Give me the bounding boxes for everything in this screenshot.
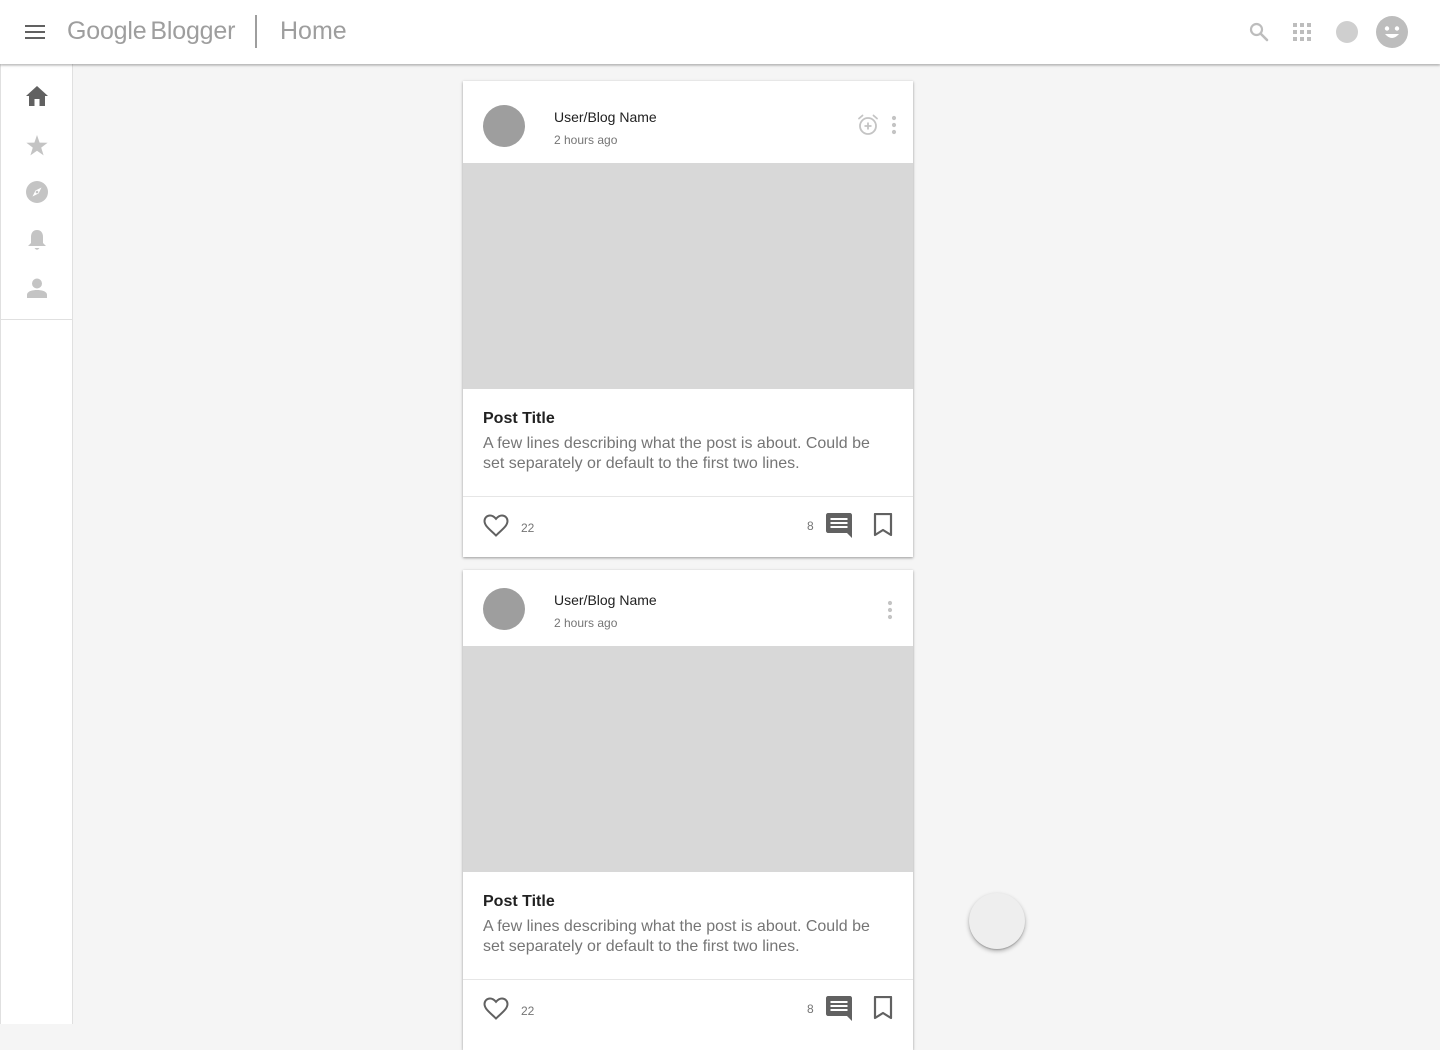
- alarm-add-icon[interactable]: [856, 113, 880, 137]
- post-time: 2 hours ago: [554, 616, 618, 630]
- page-title: Home: [280, 17, 347, 45]
- brand-divider: [255, 15, 257, 48]
- floating-action-button[interactable]: [969, 893, 1025, 949]
- post-actions: 22 8: [463, 497, 913, 557]
- post-time: 2 hours ago: [554, 133, 618, 147]
- bookmark-icon[interactable]: [871, 511, 895, 539]
- compass-icon[interactable]: [23, 178, 51, 206]
- post-image[interactable]: [463, 163, 913, 389]
- blogger-logo[interactable]: Google Blogger: [67, 17, 235, 46]
- like-count: 22: [521, 1004, 535, 1018]
- account-icon[interactable]: [1336, 21, 1358, 43]
- bell-icon[interactable]: [23, 226, 51, 254]
- comment-icon[interactable]: [825, 994, 853, 1022]
- apps-icon[interactable]: [1290, 20, 1314, 44]
- product-name: Blogger: [150, 17, 236, 45]
- post-card[interactable]: User/Blog Name 2 hours ago Post Title A …: [463, 570, 913, 1050]
- app-bar: Google Blogger Home: [0, 0, 1440, 64]
- comment-count: 8: [807, 519, 814, 533]
- like-count: 22: [521, 521, 535, 535]
- author-avatar[interactable]: [483, 588, 525, 630]
- heart-icon[interactable]: [482, 994, 510, 1022]
- post-body: Post Title A few lines describing what t…: [463, 872, 913, 980]
- search-icon[interactable]: [1247, 20, 1271, 44]
- comment-count: 8: [807, 1002, 814, 1016]
- post-title[interactable]: Post Title: [483, 409, 893, 429]
- post-body: Post Title A few lines describing what t…: [463, 389, 913, 497]
- more-vert-icon[interactable]: [884, 113, 904, 137]
- side-nav-items: [1, 64, 72, 320]
- person-icon[interactable]: [23, 274, 51, 302]
- author-name[interactable]: User/Blog Name: [554, 592, 657, 608]
- post-actions: 22 8: [463, 980, 913, 1040]
- post-header: User/Blog Name 2 hours ago: [463, 81, 913, 163]
- heart-icon[interactable]: [482, 511, 510, 539]
- brand-name: Google: [67, 17, 147, 45]
- bookmark-icon[interactable]: [871, 994, 895, 1022]
- author-avatar[interactable]: [483, 105, 525, 147]
- author-name[interactable]: User/Blog Name: [554, 109, 657, 125]
- post-title[interactable]: Post Title: [483, 892, 893, 912]
- menu-icon[interactable]: [21, 18, 49, 46]
- post-card[interactable]: User/Blog Name 2 hours ago Post Title A …: [463, 81, 913, 557]
- side-nav: [0, 64, 73, 1024]
- home-icon[interactable]: [23, 82, 51, 110]
- post-excerpt: A few lines describing what the post is …: [483, 918, 870, 955]
- star-icon[interactable]: [23, 131, 51, 159]
- smiley-avatar-icon[interactable]: [1376, 16, 1408, 48]
- post-image[interactable]: [463, 646, 913, 872]
- post-header: User/Blog Name 2 hours ago: [463, 570, 913, 646]
- comment-icon[interactable]: [825, 511, 853, 539]
- post-excerpt: A few lines describing what the post is …: [483, 435, 870, 472]
- more-vert-icon[interactable]: [880, 598, 900, 622]
